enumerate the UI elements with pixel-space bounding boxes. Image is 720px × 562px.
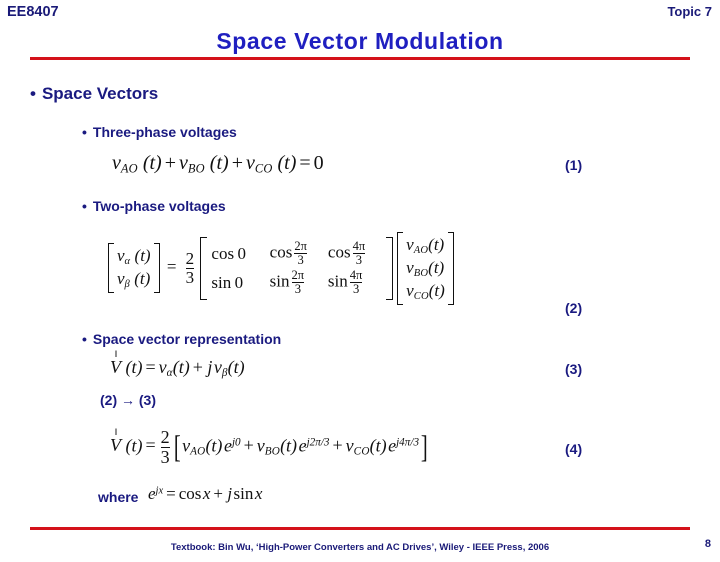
equation-4: ‖ V (t) = 2 3[vAO(t) ej0 + vBO(t) ej2π/3 + vCO(t… <box>110 427 428 467</box>
equation-3-vector-symbol: ‖ V <box>110 348 121 377</box>
bullet-dot-icon: • <box>82 331 87 347</box>
equation-number-4: (4) <box>565 441 583 457</box>
bullet-dot-icon: • <box>82 198 87 214</box>
page-number: 8 <box>704 538 711 550</box>
equation-2-transform-matrix: cos 0 cos 2π 3 cos 4π 3 sin 0 sin 2π 3 sin 4π 3 <box>200 237 393 300</box>
footer-citation: Textbook: Bin Wu, ‘High-Power Converters… <box>170 542 550 553</box>
equation-number-2: (2) <box>565 300 583 316</box>
equation-4-vector-symbol: ‖ V <box>110 427 121 456</box>
derivation-note: (2) → (3) <box>100 392 156 408</box>
equation-4-scale-factor: 23 <box>160 427 170 467</box>
equation-number-3: (3) <box>565 361 583 377</box>
bullet-two-phase-voltages: • Two-phase voltages <box>82 198 226 214</box>
header-divider-rule <box>30 57 690 60</box>
bullet-space-vectors-label: Space Vectors <box>41 84 159 103</box>
equation-3: ‖ V (t) = vα(t) + j vβ(t) <box>110 348 245 380</box>
topic-label: Topic 7 <box>667 4 712 19</box>
equation-2: vα (t) vβ (t) = 23 cos 0 cos 2π 3 cos 4π 3 s… <box>108 232 454 305</box>
equation-2-scale-factor: 23 <box>185 249 195 287</box>
bullet-dot-icon: • <box>30 84 36 103</box>
page-title: Space Vector Modulation <box>216 28 504 54</box>
bullet-dot-icon: • <box>82 124 87 140</box>
footer-divider-rule <box>30 527 690 530</box>
where-label: where <box>98 489 139 505</box>
bullet-space-vector-representation: • Space vector representation <box>82 331 281 347</box>
equation-2-lhs-vector: vα (t) vβ (t) <box>108 243 160 294</box>
slide-canvas: EE8407 Topic 7 Space Vector Modulation •… <box>0 0 720 562</box>
bullet-space-vector-representation-label: Space vector representation <box>92 331 282 347</box>
bullet-space-vectors: • Space Vectors <box>30 84 158 104</box>
equation-2-rhs-vector: vAO(t) vBO(t) vCO(t) <box>397 232 454 305</box>
bullet-two-phase-voltages-label: Two-phase voltages <box>92 198 226 214</box>
bullet-three-phase-voltages-label: Three-phase voltages <box>92 124 237 140</box>
equation-5: ejx = cos x + j sin x <box>148 484 263 503</box>
bullet-three-phase-voltages: • Three-phase voltages <box>82 124 237 140</box>
equation-1: vAO (t) + vBO (t) + vCO (t) = 0 <box>112 152 324 176</box>
course-code-label: EE8407 <box>7 4 59 20</box>
equation-number-1: (1) <box>565 157 583 173</box>
